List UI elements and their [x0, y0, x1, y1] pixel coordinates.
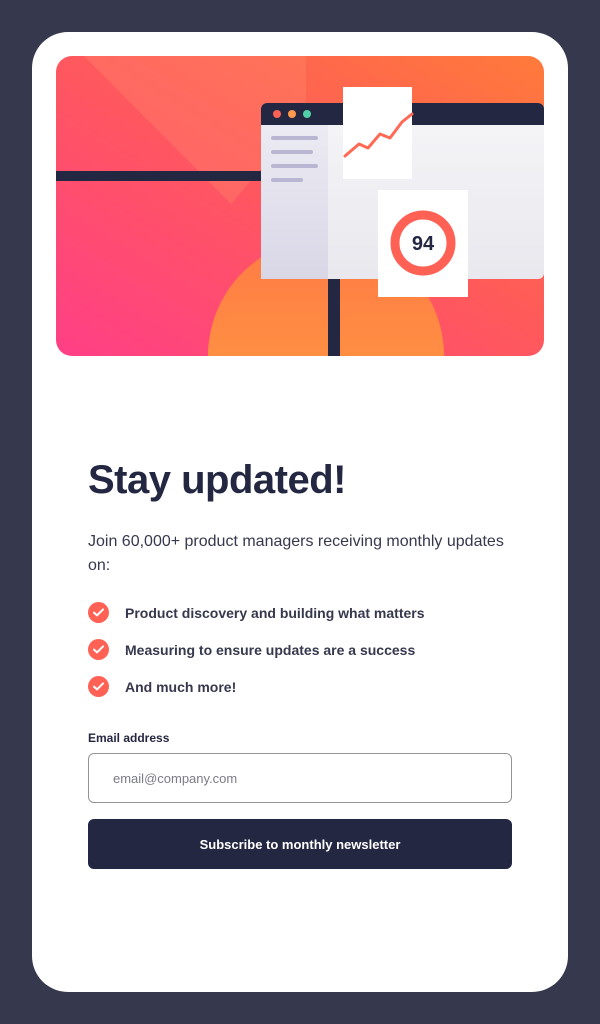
feature-label: Measuring to ensure updates are a succes… — [125, 641, 416, 658]
score-label: 94 — [412, 233, 435, 255]
feature-item: And much more! — [88, 676, 512, 697]
signup-content: Stay updated! Join 60,000+ product manag… — [88, 456, 512, 869]
intro-text: Join 60,000+ product managers receiving … — [88, 533, 504, 574]
feature-label: Product discovery and building what matt… — [125, 604, 425, 621]
check-icon — [88, 639, 109, 660]
subscribe-button[interactable]: Subscribe to monthly newsletter — [88, 819, 512, 869]
feature-item: Product discovery and building what matt… — [88, 602, 512, 623]
email-label: Email address — [88, 731, 170, 745]
page-title: Stay updated! — [88, 458, 346, 502]
hero-graphic: 94 — [56, 56, 544, 356]
feature-label: And much more! — [125, 678, 237, 695]
newsletter-card: 94 Stay updated! Join 60,000+ product ma… — [32, 32, 568, 992]
check-icon — [88, 676, 109, 697]
email-field[interactable] — [88, 753, 512, 803]
hero-illustration: 94 — [56, 56, 544, 356]
feature-list: Product discovery and building what matt… — [88, 602, 512, 697]
check-icon — [88, 602, 109, 623]
feature-item: Measuring to ensure updates are a succes… — [88, 639, 512, 660]
